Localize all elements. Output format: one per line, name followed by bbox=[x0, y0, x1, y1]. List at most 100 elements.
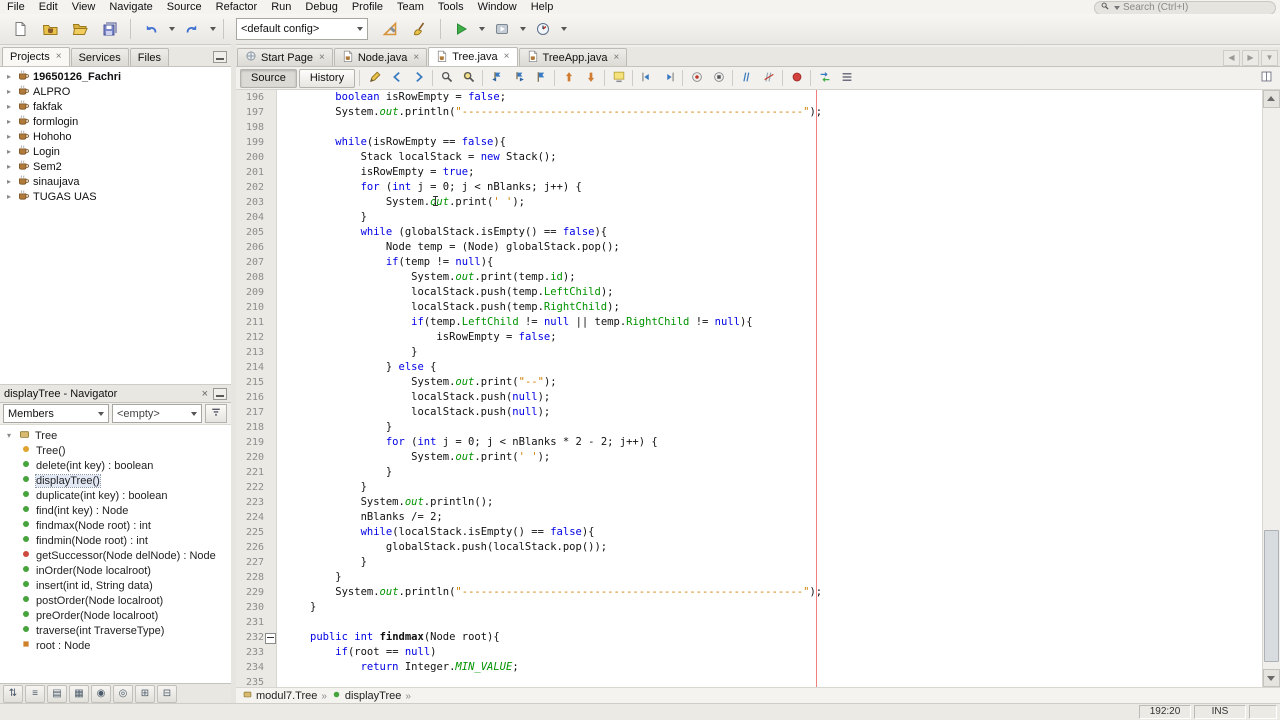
show-statics-button[interactable]: ◉ bbox=[91, 685, 111, 703]
redo-dropdown-button[interactable] bbox=[208, 17, 217, 41]
expander-icon[interactable]: ▸ bbox=[4, 162, 14, 171]
code-line[interactable] bbox=[310, 675, 1262, 687]
project-node[interactable]: ▸ ALPRO bbox=[0, 84, 231, 99]
code-line[interactable]: System.out.print(' '); bbox=[310, 195, 1262, 210]
close-tab-icon[interactable]: × bbox=[317, 52, 325, 63]
project-node[interactable]: ▸ fakfak bbox=[0, 99, 231, 114]
expander-icon[interactable]: ▾ bbox=[4, 431, 14, 440]
close-tab-icon[interactable]: × bbox=[411, 52, 419, 63]
save-all-button[interactable] bbox=[96, 16, 124, 42]
code-line[interactable]: Stack localStack = new Stack(); bbox=[310, 150, 1262, 165]
run-project-button[interactable] bbox=[447, 16, 475, 42]
shift-line-left-button[interactable] bbox=[636, 68, 657, 88]
expander-icon[interactable]: ▸ bbox=[4, 102, 14, 111]
tab-tree-java[interactable]: Tree.java × bbox=[428, 47, 518, 66]
previous-bookmark-button[interactable] bbox=[486, 68, 507, 88]
debug-project-dropdown-button[interactable] bbox=[518, 17, 527, 41]
code-line[interactable]: } bbox=[310, 345, 1262, 360]
navigator-filter-button[interactable] bbox=[205, 404, 227, 423]
menu-refactor[interactable]: Refactor bbox=[209, 0, 265, 14]
code-line[interactable]: } bbox=[310, 210, 1262, 225]
project-node[interactable]: ▸ formlogin bbox=[0, 114, 231, 129]
left-tab-files[interactable]: Files bbox=[129, 48, 170, 66]
close-tab-icon[interactable]: × bbox=[612, 52, 620, 63]
expander-icon[interactable]: ▸ bbox=[4, 147, 14, 156]
source-view-button[interactable]: Source bbox=[240, 68, 297, 88]
project-node[interactable]: ▸ TUGAS UAS bbox=[0, 189, 231, 204]
breadcrumb-item[interactable]: modul7.Tree bbox=[242, 689, 317, 703]
minimize-navigator-button[interactable] bbox=[213, 387, 227, 400]
sort-by-name-button[interactable]: ⇅ bbox=[3, 685, 23, 703]
navigator-member[interactable]: delete(int key) : boolean bbox=[0, 458, 231, 473]
left-tab-projects[interactable]: Projects × bbox=[2, 47, 70, 66]
uncomment-button[interactable] bbox=[758, 68, 779, 88]
minimize-panel-button[interactable] bbox=[213, 51, 227, 63]
code-line[interactable]: System.out.println(); bbox=[310, 495, 1262, 510]
history-view-button[interactable]: History bbox=[298, 68, 356, 88]
expander-icon[interactable]: ▸ bbox=[4, 132, 14, 141]
shift-line-right-button[interactable] bbox=[658, 68, 679, 88]
code-editor[interactable]: 196 197 198 199 200 201 202 203 204 205 206 207 208 2… bbox=[236, 90, 1280, 687]
next-occurrence-button[interactable] bbox=[580, 68, 601, 88]
code-line[interactable]: localStack.push(temp.LeftChild); bbox=[310, 285, 1262, 300]
menu-file[interactable]: File bbox=[0, 0, 32, 14]
toggle-highlight-search-button[interactable] bbox=[608, 68, 629, 88]
code-line[interactable]: for (int j = 0; j < nBlanks * 2 - 2; j++… bbox=[310, 435, 1262, 450]
close-navigator-button[interactable]: × bbox=[202, 388, 208, 400]
navigator-member[interactable]: inOrder(Node localroot) bbox=[0, 563, 231, 578]
navigator-member[interactable]: postOrder(Node localroot) bbox=[0, 593, 231, 608]
new-file-button[interactable] bbox=[6, 16, 34, 42]
menu-help[interactable]: Help bbox=[524, 0, 561, 14]
code-line[interactable]: } else { bbox=[310, 360, 1262, 375]
next-bookmark-button[interactable] bbox=[508, 68, 529, 88]
navigator-member[interactable]: insert(int id, String data) bbox=[0, 578, 231, 593]
code-line[interactable]: isRowEmpty = false; bbox=[310, 330, 1262, 345]
menu-debug[interactable]: Debug bbox=[298, 0, 344, 14]
navigator-member[interactable]: Tree() bbox=[0, 443, 231, 458]
project-node[interactable]: ▸ sinaujava bbox=[0, 174, 231, 189]
code-line[interactable]: while (globalStack.isEmpty() == false){ bbox=[310, 225, 1262, 240]
navigator-member[interactable]: findmin(Node root) : int bbox=[0, 533, 231, 548]
split-editor-button[interactable] bbox=[1257, 69, 1276, 87]
navigator-member[interactable]: preOrder(Node localroot) bbox=[0, 608, 231, 623]
code-line[interactable]: if(temp.LeftChild != null || temp.RightC… bbox=[310, 315, 1262, 330]
insert-profiling-point-button[interactable] bbox=[786, 68, 807, 88]
code-line[interactable]: System.out.print(' '); bbox=[310, 450, 1262, 465]
code-line[interactable]: nBlanks /= 2; bbox=[310, 510, 1262, 525]
code-line[interactable] bbox=[310, 120, 1262, 135]
scroll-tabs-right-button[interactable]: ▶ bbox=[1242, 50, 1259, 66]
code-line[interactable]: } bbox=[310, 465, 1262, 480]
code-line[interactable] bbox=[310, 615, 1262, 630]
last-edit-location-button[interactable] bbox=[364, 68, 385, 88]
menu-team[interactable]: Team bbox=[390, 0, 431, 14]
show-non-public-button[interactable]: ◎ bbox=[113, 685, 133, 703]
code-line[interactable]: globalStack.push(localStack.pop()); bbox=[310, 540, 1262, 555]
scrollbar-thumb[interactable] bbox=[1264, 530, 1279, 662]
profile-project-dropdown-button[interactable] bbox=[559, 17, 568, 41]
expand-all-button[interactable]: ⊞ bbox=[135, 685, 155, 703]
profile-project-button[interactable] bbox=[529, 16, 557, 42]
expander-icon[interactable]: ▸ bbox=[4, 177, 14, 186]
undo-button[interactable] bbox=[137, 16, 165, 42]
code-line[interactable]: } bbox=[310, 555, 1262, 570]
collapse-all-button[interactable]: ⊟ bbox=[157, 685, 177, 703]
breadcrumb-item[interactable]: displayTree bbox=[331, 689, 401, 703]
project-node[interactable]: ▸ Hohoho bbox=[0, 129, 231, 144]
tab-list-button[interactable]: ▼ bbox=[1261, 50, 1278, 66]
incremental-search-button[interactable] bbox=[458, 68, 479, 88]
sort-by-source-button[interactable]: ≡ bbox=[25, 685, 45, 703]
clean-build-project-button[interactable] bbox=[406, 16, 434, 42]
expander-icon[interactable]: ▸ bbox=[4, 72, 14, 81]
diff-button[interactable] bbox=[814, 68, 835, 88]
code-line[interactable]: System.out.print(temp.id); bbox=[310, 270, 1262, 285]
navigator-member[interactable]: find(int key) : Node bbox=[0, 503, 231, 518]
code-line[interactable]: System.out.print("--"); bbox=[310, 375, 1262, 390]
comment-button[interactable] bbox=[736, 68, 757, 88]
menu-run[interactable]: Run bbox=[264, 0, 298, 14]
show-fields-button[interactable]: ▦ bbox=[69, 685, 89, 703]
start-macro-recording-button[interactable] bbox=[686, 68, 707, 88]
code-line[interactable]: localStack.push(null); bbox=[310, 405, 1262, 420]
navigator-member[interactable]: duplicate(int key) : boolean bbox=[0, 488, 231, 503]
back-button[interactable] bbox=[386, 68, 407, 88]
code-line[interactable]: } bbox=[310, 570, 1262, 585]
